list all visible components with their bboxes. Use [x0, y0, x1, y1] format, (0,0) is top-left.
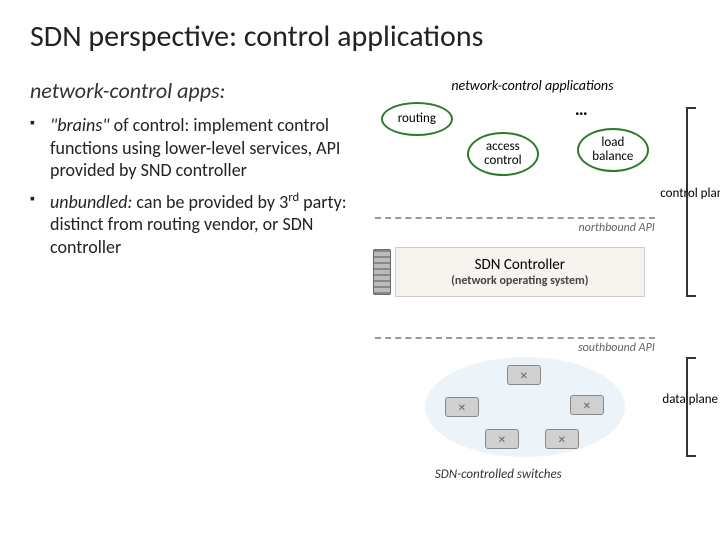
- app-access-control: access control: [467, 132, 539, 176]
- switch-icon: [545, 429, 579, 449]
- bullet-list: "brains" of control: implement control f…: [30, 114, 365, 258]
- left-column: network-control apps: "brains" of contro…: [30, 77, 365, 517]
- bullet-lead: "brains": [50, 114, 110, 136]
- control-plane-label: control plane: [660, 187, 720, 201]
- switch-icon: [507, 365, 541, 385]
- subtitle: network-control apps:: [30, 77, 365, 104]
- bullet-unbundled: unbundled: can be provided by 3rd party:…: [30, 190, 365, 259]
- switch-icon: [485, 429, 519, 449]
- bullet-lead: unbundled:: [50, 191, 132, 213]
- northbound-api-divider: northbound API: [375, 217, 655, 235]
- controller-subtitle: (network operating system): [451, 274, 588, 288]
- control-plane-bracket: [686, 107, 696, 297]
- diagram-column: network-control applications routing acc…: [375, 77, 690, 517]
- app-load-balance: load balance: [577, 128, 649, 172]
- sdn-controller-box: SDN Controller (network operating system…: [395, 247, 645, 297]
- server-icon: [373, 249, 391, 295]
- controller-title: SDN Controller: [475, 256, 565, 274]
- apps-row: routing access control load balance …: [375, 102, 690, 182]
- apps-label: network-control applications: [375, 77, 690, 94]
- bullet-rest-a: can be provided by 3: [132, 191, 288, 213]
- switch-icon: [445, 397, 479, 417]
- network-cloud: [425, 357, 625, 457]
- bullet-sup: rd: [288, 190, 299, 205]
- slide-title: SDN perspective: control applications: [30, 18, 690, 55]
- switch-icon: [570, 395, 604, 415]
- bullet-brains: "brains" of control: implement control f…: [30, 114, 365, 182]
- data-plane-label: data plane: [662, 393, 718, 407]
- southbound-api-divider: southbound API: [375, 337, 655, 355]
- switches-label: SDN-controlled switches: [435, 467, 562, 482]
- app-routing: routing: [381, 102, 453, 136]
- ellipsis-icon: …: [575, 98, 590, 120]
- content-area: network-control apps: "brains" of contro…: [30, 77, 690, 517]
